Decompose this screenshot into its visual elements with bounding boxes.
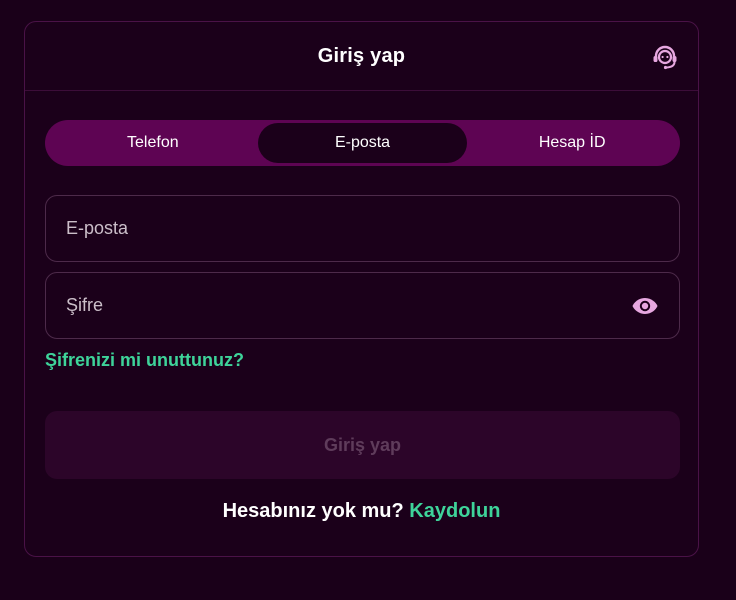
card-header: Giriş yap <box>25 22 698 91</box>
signup-row: Hesabınız yok mu? Kaydolun <box>25 500 698 523</box>
login-method-tabs: Telefon E-posta Hesap İD <box>45 120 680 166</box>
headset-icon <box>653 45 677 70</box>
show-password-button[interactable] <box>629 290 661 322</box>
page-title: Giriş yap <box>317 44 406 67</box>
tab-telefon[interactable]: Telefon <box>48 123 258 163</box>
email-input[interactable] <box>64 196 661 261</box>
password-field-container <box>45 272 680 339</box>
login-submit-button[interactable]: Giriş yap <box>45 411 680 479</box>
email-field-container <box>45 195 680 262</box>
forgot-password-link[interactable]: Şifrenizi mi unuttunuz? <box>45 350 244 371</box>
password-input[interactable] <box>64 273 629 338</box>
eye-icon <box>632 297 658 314</box>
signup-question: Hesabınız yok mu? <box>222 500 410 522</box>
signup-link[interactable]: Kaydolun <box>409 500 500 522</box>
tab-hesap-id[interactable]: Hesap İD <box>467 123 677 163</box>
support-button[interactable] <box>650 42 680 72</box>
login-card: Giriş yap Telefon E-posta Hesap İD E-pos… <box>24 21 699 557</box>
tab-e-posta[interactable]: E-posta <box>257 123 468 163</box>
